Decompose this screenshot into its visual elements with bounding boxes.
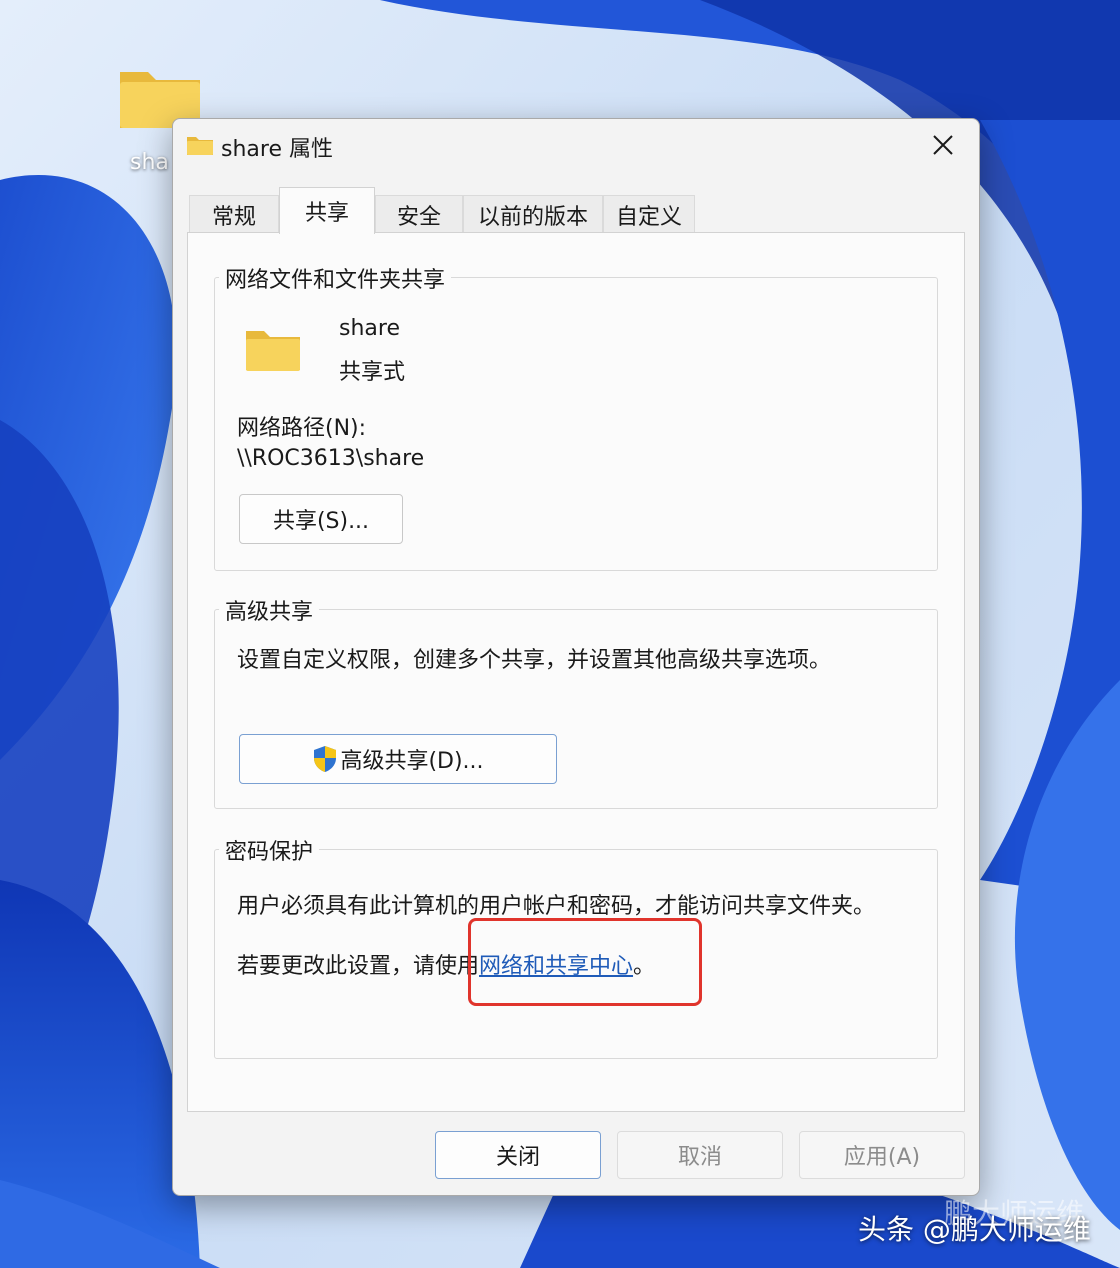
close-icon [933, 135, 953, 155]
advanced-sharing-title: 高级共享 [219, 594, 320, 626]
tab-sharing[interactable]: 共享 [279, 187, 375, 234]
password-protection-title: 密码保护 [219, 834, 320, 866]
properties-dialog: share 属性 常规 共享 安全 以前的版本 自定义 网络文件和文件夹共享 s… [172, 118, 980, 1196]
desktop-folder-label: sha [130, 150, 169, 175]
network-path-label: 网络路径(N): [237, 416, 367, 441]
folder-icon [187, 137, 213, 155]
tab-general[interactable]: 常规 [189, 195, 279, 233]
tab-previous-versions[interactable]: 以前的版本 [463, 195, 603, 233]
annotation-highlight-box [468, 918, 702, 1006]
tab-customize[interactable]: 自定义 [603, 195, 695, 233]
title-bar[interactable]: share 属性 [173, 119, 979, 171]
tab-security[interactable]: 安全 [375, 195, 463, 233]
apply-button[interactable]: 应用(A) [799, 1131, 965, 1179]
network-sharing-group: 网络文件和文件夹共享 share 共享式 网络路径(N): \\ROC3613\… [214, 262, 938, 571]
network-path-value: \\ROC3613\share [237, 446, 425, 471]
close-dialog-button[interactable]: 关闭 [435, 1131, 601, 1179]
uac-shield-icon [314, 746, 337, 772]
advanced-sharing-button[interactable]: 高级共享(D)... [239, 734, 557, 784]
advanced-sharing-description: 设置自定义权限，创建多个共享，并设置其他高级共享选项。 [237, 648, 832, 673]
watermark-text: 头条 @鹏大师运维 [858, 1213, 1091, 1246]
share-button[interactable]: 共享(S)... [239, 494, 403, 544]
advanced-sharing-button-label: 高级共享(D)... [340, 749, 484, 774]
password-protection-description: 用户必须具有此计算机的用户帐户和密码，才能访问共享文件夹。 [237, 894, 876, 919]
close-button[interactable] [921, 127, 965, 163]
cancel-button[interactable]: 取消 [617, 1131, 783, 1179]
change-setting-prefix: 若要更改此设置，请使用 [237, 954, 480, 979]
dialog-title: share 属性 [221, 137, 333, 162]
folder-icon [246, 331, 300, 371]
advanced-sharing-group: 高级共享 设置自定义权限，创建多个共享，并设置其他高级共享选项。 高级共享(D)… [214, 594, 938, 809]
network-sharing-title: 网络文件和文件夹共享 [219, 262, 452, 294]
shared-folder-name: share [339, 316, 400, 341]
shared-folder-status: 共享式 [339, 360, 406, 385]
